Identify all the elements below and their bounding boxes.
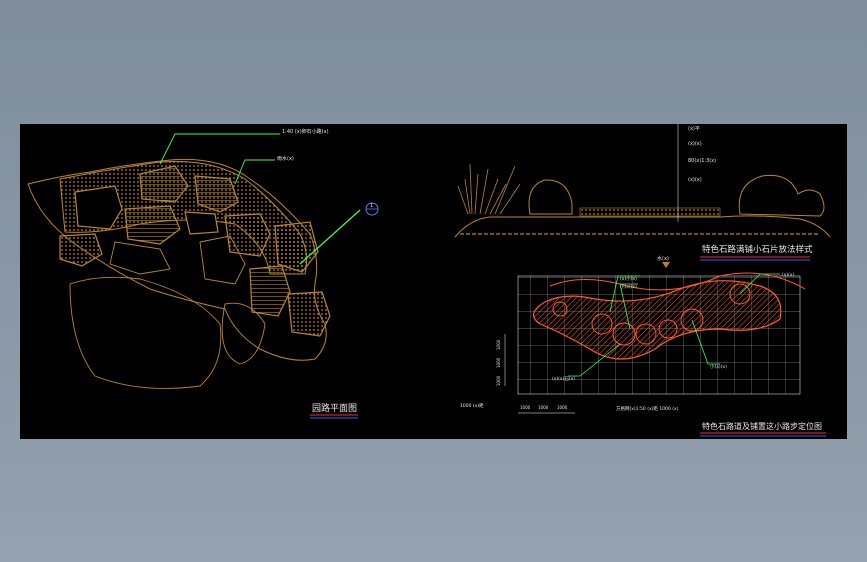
grid-top-tag: 水(x): [657, 255, 669, 262]
section-label-1: (x)平: [688, 126, 700, 132]
boulder-left: [528, 179, 573, 215]
callout-mid: 雨水(x): [277, 155, 294, 162]
section-view-title: 特色石路满铺小石片放法样式: [702, 244, 813, 255]
grid-callout-a: (x)小(x): [620, 275, 637, 282]
grid-bottom-left-note: 1000 (x)距: [460, 403, 484, 409]
callout-top: 1:40 (x)卵石小路(x): [282, 128, 329, 135]
grid-plan-title: 特色石路道及铺置这小路步定位图: [702, 421, 822, 431]
grid-scale-note: 方格网(x)1:50 (x)距 1000 (x): [616, 405, 679, 412]
section-marker-number: 1: [370, 203, 373, 209]
triangle-marker: [662, 262, 670, 268]
cad-drawing-canvas[interactable]: 1 1:40 (x)卵石小路(x) 雨水(x) 园路平面图 (x)平 (x)(x…: [20, 124, 847, 439]
dim-bottom-1: 1000: [520, 405, 531, 410]
grid-callout-c: (x)(x): [782, 272, 795, 278]
grass-tuft-left: [457, 163, 521, 215]
section-label-2: (x)(x): [688, 141, 702, 147]
grid-layout-plan: 水(x) (x)小(x) 小(x)(x) (x)(x) 小(x)(x) (x)(…: [460, 255, 826, 437]
boulder-outline: [69, 276, 222, 389]
pebble-bed: [579, 207, 721, 217]
left-plan-title: 园路平面图: [312, 402, 357, 414]
grid-callout-e: (x)(x)石(x): [552, 376, 575, 382]
dim-left-1: 1000: [496, 339, 501, 350]
left-garden-path-plan: 1 1:40 (x)卵石小路(x) 雨水(x) 园路平面图: [27, 128, 379, 419]
boulder-outline: [109, 241, 171, 275]
grid-callout-d: 小(x)(x): [710, 363, 727, 370]
cad-drawing: 1 1:40 (x)卵石小路(x) 雨水(x) 园路平面图 (x)平 (x)(x…: [27, 124, 831, 437]
grid-callout-b: 小(x)(x): [620, 283, 637, 290]
dim-left-3: 1000: [496, 375, 501, 386]
dim-bottom-2: 1000: [538, 405, 549, 410]
boulder-right: [738, 174, 825, 217]
section-view: (x)平 (x)(x) 80(x)1:3(x) (x)(x) 特色石路满铺小石片…: [454, 124, 831, 261]
dim-left-2: 1000: [496, 357, 501, 368]
section-label-4: (x)(x): [688, 177, 702, 183]
dim-bottom-3: 1000: [557, 405, 568, 410]
section-label-3: 80(x)1:3(x): [688, 158, 716, 164]
